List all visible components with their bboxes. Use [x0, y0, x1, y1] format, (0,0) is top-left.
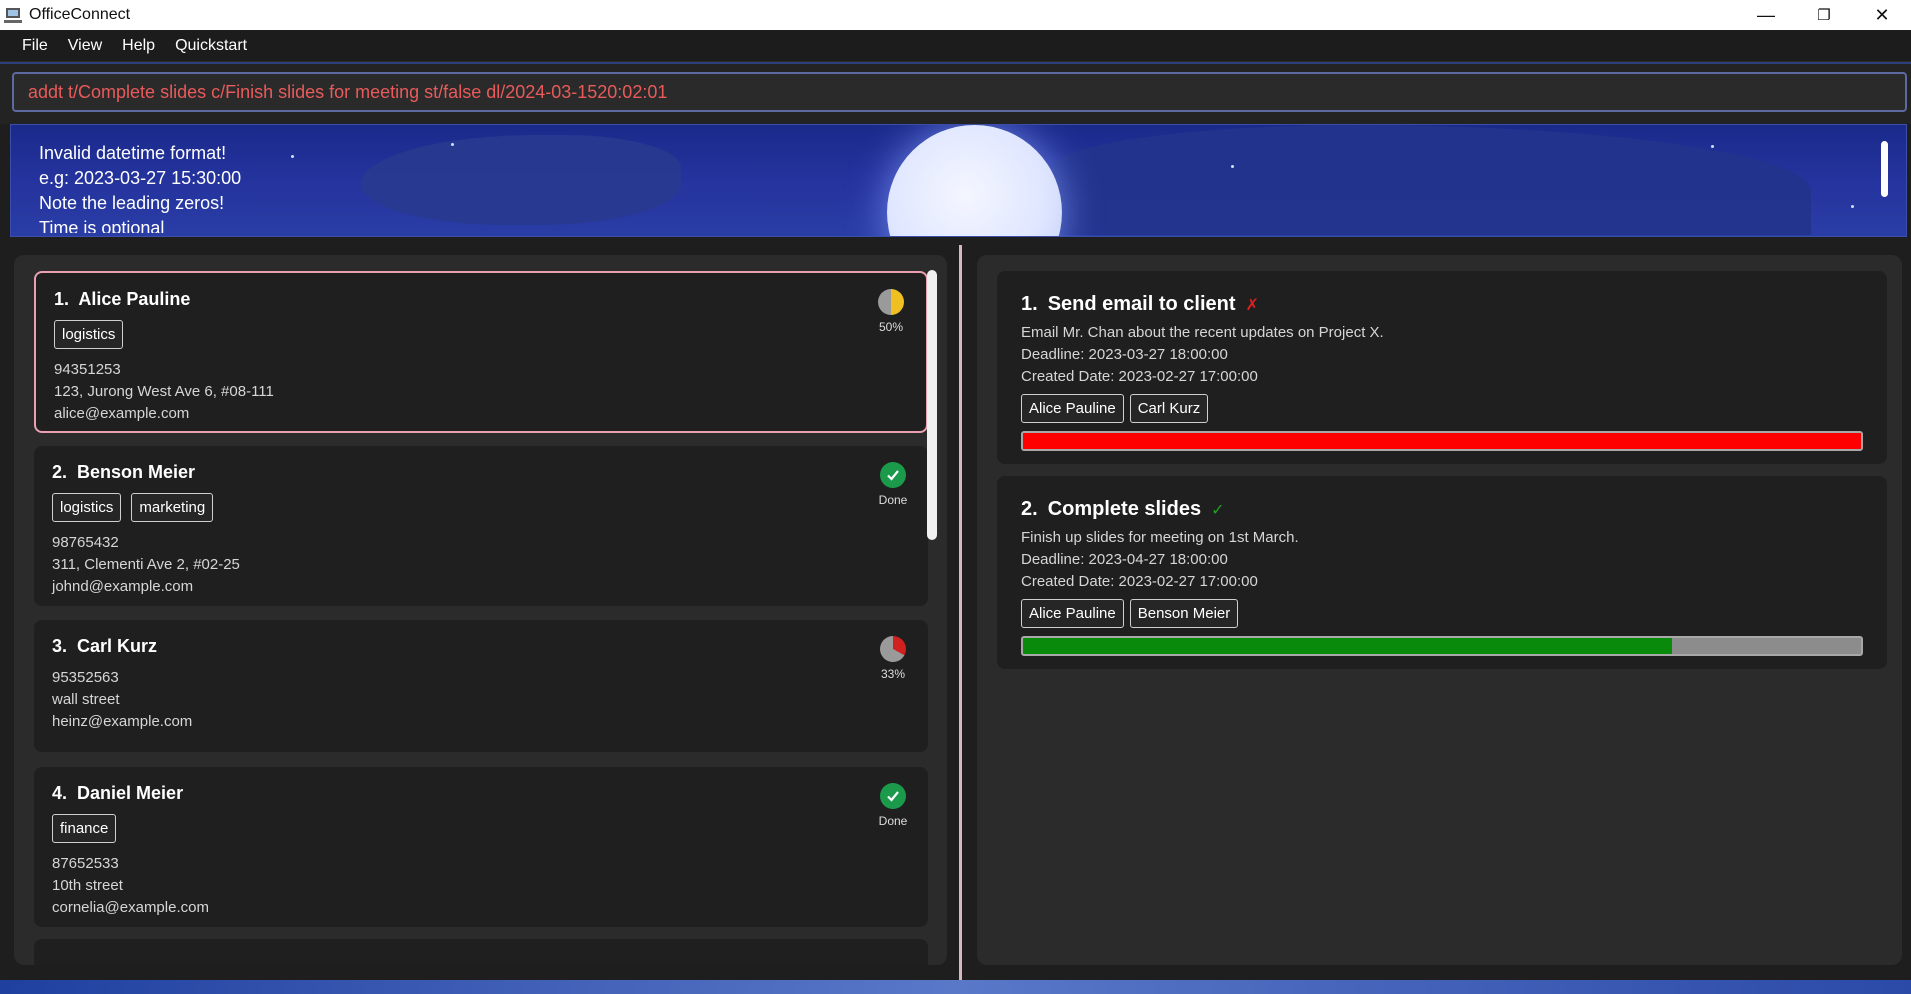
task-created-date: Created Date: 2023-02-27 17:00:00: [1021, 368, 1258, 385]
assignee-tag: Alice Pauline: [1021, 599, 1124, 628]
person-card[interactable]: 2. Benson Meier logistics marketing 9876…: [34, 446, 928, 606]
person-tags: logistics: [54, 320, 908, 349]
person-tags: finance: [52, 814, 910, 843]
task-created-date: Created Date: 2023-02-27 17:00:00: [1021, 573, 1258, 590]
status-label: 33%: [880, 667, 906, 681]
task-list-panel: 1. Send email to client ✗ Email Mr. Chan …: [977, 255, 1902, 965]
status-label: Done: [878, 814, 908, 828]
moon-illustration: [887, 125, 1062, 236]
status-label: 50%: [878, 320, 904, 334]
title-bar: OfficeConnect — ❐ ✕: [0, 0, 1911, 30]
progress-fill: [1023, 638, 1673, 654]
check-circle-icon: [880, 783, 906, 809]
window-title: OfficeConnect: [29, 6, 131, 23]
task-status: 50%: [876, 289, 906, 334]
task-card[interactable]: 2. Complete slides ✓ Finish up slides for…: [997, 476, 1887, 669]
assignee-tag: Carl Kurz: [1129, 394, 1209, 423]
background-wave: [1051, 125, 1811, 235]
person-card[interactable]: 4. Daniel Meier finance 87652533 10th st…: [34, 767, 928, 927]
check-mark-icon: ✓: [1211, 501, 1225, 519]
pane-divider[interactable]: [959, 245, 962, 980]
check-circle-icon: [880, 462, 906, 488]
background-wave: [361, 135, 681, 225]
star-decoration: [451, 143, 454, 146]
star-decoration: [291, 155, 294, 158]
menu-quickstart[interactable]: Quickstart: [165, 37, 257, 55]
person-email: johnd@example.com: [52, 578, 194, 595]
task-title: 1. Send email to client ✗: [1021, 293, 1259, 315]
menu-file[interactable]: File: [12, 37, 58, 55]
task-status: 33%: [878, 636, 908, 681]
task-progress-bar: [1021, 431, 1863, 451]
person-address: 10th street: [52, 877, 123, 894]
person-name: 4. Daniel Meier: [52, 783, 184, 803]
person-phone: 95352563: [52, 669, 119, 686]
menu-help[interactable]: Help: [112, 37, 165, 55]
command-input[interactable]: addt t/Complete slides c/Finish slides f…: [12, 72, 1907, 112]
task-card[interactable]: 1. Send email to client ✗ Email Mr. Chan …: [997, 271, 1887, 464]
person-address: 311, Clementi Ave 2, #02-25: [52, 556, 240, 573]
person-phone: 87652533: [52, 855, 119, 872]
progress-fill: [1023, 433, 1861, 449]
restore-button[interactable]: ❐: [1795, 0, 1853, 30]
close-button[interactable]: ✕: [1853, 0, 1911, 30]
task-status: Done: [878, 783, 908, 828]
person-phone: 98765432: [52, 534, 119, 551]
assignee-tag: Benson Meier: [1129, 599, 1239, 628]
tag: logistics: [54, 320, 124, 349]
person-email: heinz@example.com: [52, 713, 193, 730]
app-icon: [3, 5, 23, 25]
task-assignees: Alice Pauline Benson Meier: [1021, 599, 1863, 628]
menu-view[interactable]: View: [58, 37, 112, 55]
status-bar: [0, 980, 1911, 994]
task-description: Email Mr. Chan about the recent updates …: [1021, 324, 1384, 341]
person-name: 1. Alice Pauline: [54, 289, 191, 309]
tag: logistics: [52, 493, 122, 522]
cross-mark-icon: ✗: [1245, 296, 1259, 314]
command-area: addt t/Complete slides c/Finish slides f…: [0, 62, 1911, 124]
task-progress-bar: [1021, 636, 1863, 656]
star-decoration: [1231, 165, 1234, 168]
status-label: Done: [878, 493, 908, 507]
progress-pie-icon: [878, 289, 904, 315]
result-message: Invalid datetime format! e.g: 2023-03-27…: [39, 143, 242, 233]
person-address: wall street: [52, 691, 120, 708]
task-deadline: Deadline: 2023-04-27 18:00:00: [1021, 551, 1228, 568]
person-card[interactable]: [34, 939, 928, 965]
window-controls: — ❐ ✕: [1737, 0, 1911, 30]
person-list-panel: 1. Alice Pauline logistics 94351253 123,…: [14, 255, 947, 965]
tag: marketing: [131, 493, 214, 522]
person-card[interactable]: 1. Alice Pauline logistics 94351253 123,…: [34, 271, 928, 433]
star-decoration: [1711, 145, 1714, 148]
star-decoration: [1851, 205, 1854, 208]
task-title: 2. Complete slides ✓: [1021, 498, 1225, 520]
minimize-button[interactable]: —: [1737, 0, 1795, 30]
person-card[interactable]: 3. Carl Kurz 95352563 wall street heinz@…: [34, 620, 928, 752]
task-deadline: Deadline: 2023-03-27 18:00:00: [1021, 346, 1228, 363]
task-assignees: Alice Pauline Carl Kurz: [1021, 394, 1863, 423]
person-phone: 94351253: [54, 361, 121, 378]
person-name: 2. Benson Meier: [52, 462, 196, 482]
result-scrollbar[interactable]: [1881, 141, 1888, 197]
person-name: 3. Carl Kurz: [52, 636, 158, 656]
person-email: cornelia@example.com: [52, 899, 209, 916]
progress-pie-icon: [880, 636, 906, 662]
result-display: Invalid datetime format! e.g: 2023-03-27…: [10, 124, 1907, 237]
assignee-tag: Alice Pauline: [1021, 394, 1124, 423]
person-tags: logistics marketing: [52, 493, 910, 522]
menu-bar: File View Help Quickstart: [0, 30, 1911, 62]
tag: finance: [52, 814, 117, 843]
person-address: 123, Jurong West Ave 6, #08-111: [54, 383, 274, 400]
task-status: Done: [878, 462, 908, 507]
person-list-scrollbar[interactable]: [927, 270, 937, 540]
task-description: Finish up slides for meeting on 1st Marc…: [1021, 529, 1299, 546]
person-email: alice@example.com: [54, 405, 190, 422]
